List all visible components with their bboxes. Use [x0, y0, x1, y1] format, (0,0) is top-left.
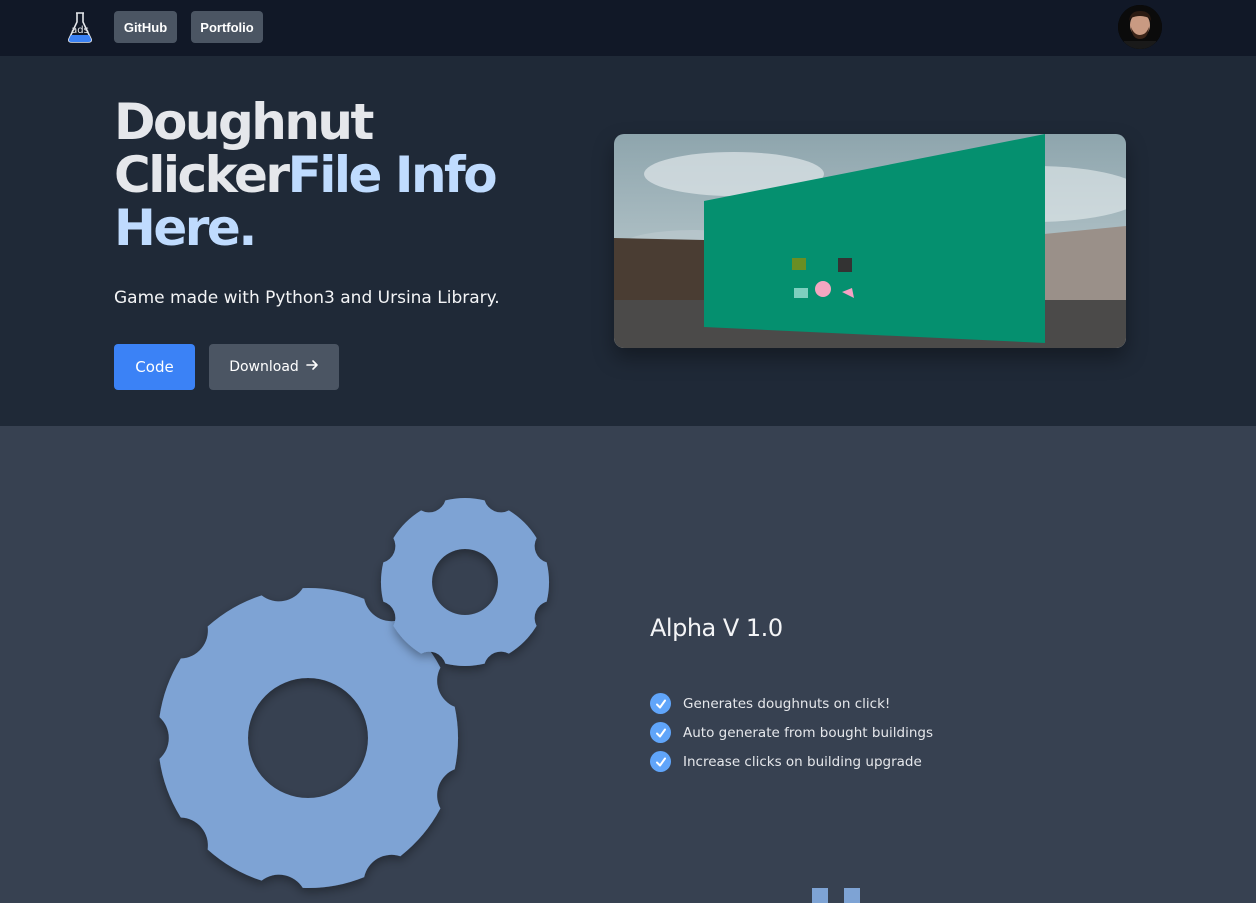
- ads-flask-logo-icon[interactable]: ads: [62, 9, 98, 45]
- list-item: Increase clicks on building upgrade: [650, 747, 933, 776]
- version-heading: Alpha V 1.0: [650, 614, 783, 642]
- feature-list: Generates doughnuts on click! Auto genera…: [650, 689, 933, 776]
- portfolio-button[interactable]: Portfolio: [191, 11, 263, 43]
- page-title: Doughnut ClickerFile Info Here.: [114, 96, 584, 255]
- download-button[interactable]: Download: [209, 344, 339, 390]
- check-circle-icon: [650, 722, 671, 743]
- feature-text: Generates doughnuts on click!: [683, 695, 891, 712]
- feature-text: Increase clicks on building upgrade: [683, 753, 922, 770]
- navbar: ads GitHub Portfolio: [0, 0, 1256, 56]
- download-label: Download: [229, 359, 299, 375]
- list-item: Generates doughnuts on click!: [650, 689, 933, 718]
- gears-icon: [150, 486, 570, 903]
- features-section: Alpha V 1.0 Generates doughnuts on click…: [0, 426, 1256, 903]
- game-screenshot: [614, 134, 1126, 348]
- check-circle-icon: [650, 693, 671, 714]
- feature-text: Auto generate from bought buildings: [683, 724, 933, 741]
- small-gear-shape: [380, 497, 550, 667]
- small-gear: [380, 497, 550, 667]
- code-button[interactable]: Code: [114, 344, 195, 390]
- list-item: Auto generate from bought buildings: [650, 718, 933, 747]
- github-button[interactable]: GitHub: [114, 11, 177, 43]
- hero-section: Doughnut ClickerFile Info Here. Game mad…: [0, 56, 1256, 426]
- svg-text:ads: ads: [71, 25, 89, 36]
- partial-icon: [808, 888, 864, 903]
- user-avatar[interactable]: [1118, 5, 1162, 49]
- arrow-right-icon: [305, 358, 319, 376]
- check-circle-icon: [650, 751, 671, 772]
- hero-subtitle: Game made with Python3 and Ursina Librar…: [114, 288, 500, 308]
